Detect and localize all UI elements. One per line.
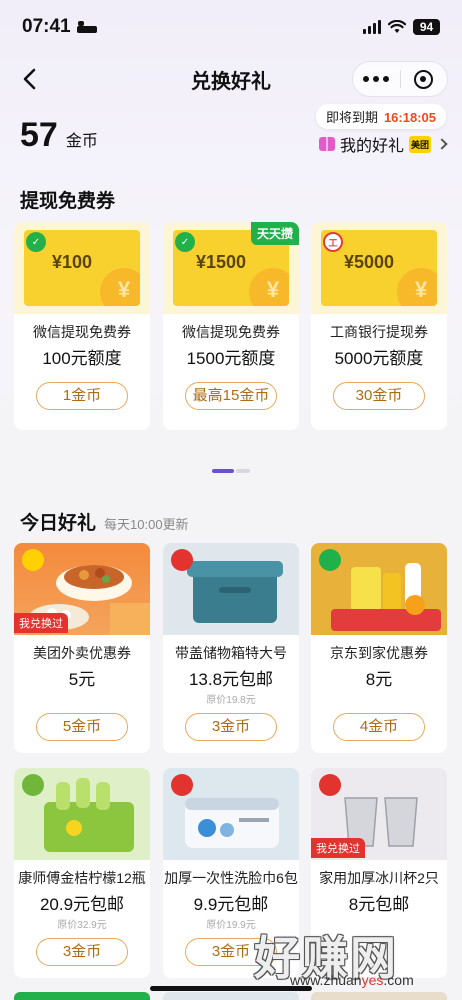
- pager-dot-active: [212, 469, 234, 473]
- voucher-name: 工商银行提现券: [330, 324, 428, 340]
- meituan-badge: 美团: [408, 135, 431, 153]
- status-time: 07:41: [22, 16, 71, 37]
- voucher-quota: 100元额度: [42, 349, 122, 368]
- gift-name: 带盖储物箱特大号: [175, 645, 287, 661]
- yen-coin-icon: ¥: [249, 268, 289, 306]
- original-price: 原价19.8元: [206, 695, 256, 706]
- chevron-right-icon: [436, 138, 448, 150]
- cellular-signal-icon: [363, 20, 381, 34]
- expiry-countdown: 16:18:05: [383, 110, 436, 125]
- today-section-title: 今日好礼 每天10:00更新: [20, 508, 189, 535]
- icbc-bank-icon: 工: [323, 232, 343, 252]
- voucher-amount: ¥5000: [343, 252, 395, 272]
- jd-daojia-logo-icon: [319, 549, 341, 571]
- yen-coin-icon: ¥: [100, 268, 140, 306]
- daily-save-tag: 天天攒: [250, 222, 299, 245]
- home-indicator[interactable]: [150, 986, 312, 991]
- store-logo-icon: [319, 774, 341, 796]
- gift-card[interactable]: 我兑换过 美团外卖优惠券 5元 5金币: [14, 543, 150, 753]
- my-gifts-link[interactable]: 我的好礼 美团: [318, 132, 448, 156]
- redeem-button[interactable]: 30金币: [333, 382, 425, 410]
- gift-card[interactable]: 带盖储物箱特大号 13.8元包邮 原价19.8元 3金币: [163, 543, 299, 753]
- gift-icon: [318, 137, 335, 151]
- expiry-label: 即将到期: [325, 110, 378, 125]
- today-update-note: 每天10:00更新: [104, 517, 189, 532]
- withdraw-section-title: 提现免费券: [20, 191, 116, 212]
- gift-name: 家用加厚冰川杯2只: [319, 870, 439, 886]
- battery-level: 94: [413, 19, 440, 35]
- voucher-quota: 5000元额度: [334, 349, 424, 368]
- gift-price: 9.9元包邮: [193, 895, 269, 914]
- close-mini-program-icon[interactable]: [400, 69, 447, 89]
- gift-name: 康师傅金桔柠檬12瓶: [18, 870, 146, 886]
- gift-name: 京东到家优惠券: [330, 645, 428, 661]
- next-card-peek: [163, 992, 299, 1000]
- voucher-card[interactable]: ¥5000 ¥ 工 工商银行提现券 5000元额度 30金币: [311, 222, 447, 430]
- brand-logo-icon: [22, 774, 44, 796]
- wifi-icon: [388, 20, 406, 33]
- gift-card[interactable]: 康师傅金桔柠檬12瓶 20.9元包邮 原价32.9元 3金币: [14, 768, 150, 978]
- carousel-pager: [212, 469, 250, 473]
- redeem-button[interactable]: 5金币: [36, 713, 128, 741]
- redeem-button[interactable]: 3金币: [36, 938, 128, 966]
- exchanged-tag: 我兑换过: [14, 613, 68, 633]
- page-title: 兑换好礼: [191, 70, 271, 93]
- voucher-name: 微信提现免费券: [33, 324, 131, 340]
- gift-name: 加厚一次性洗脸巾6包: [164, 870, 298, 886]
- voucher-name: 微信提现免费券: [182, 324, 280, 340]
- voucher-amount: ¥1500: [195, 252, 247, 272]
- coin-amount: 57: [20, 116, 58, 154]
- gift-price: 20.9元包邮: [39, 895, 125, 914]
- coin-balance: 57 金币: [20, 116, 98, 155]
- voucher-quota: 1500元额度: [186, 349, 276, 368]
- gift-card[interactable]: 京东到家优惠券 8元 4金币: [311, 543, 447, 753]
- redeem-button[interactable]: 最高15金币: [185, 382, 277, 410]
- my-gifts-label: 我的好礼: [339, 138, 404, 155]
- store-logo-icon: [171, 774, 193, 796]
- gift-price: 8元: [365, 670, 393, 689]
- voucher-amount: ¥100: [51, 252, 93, 272]
- redeem-button[interactable]: 3金币: [185, 713, 277, 741]
- expiry-tooltip: 即将到期 16:18:05: [315, 104, 446, 129]
- redeem-button[interactable]: 1金币: [36, 382, 128, 410]
- original-price: 原价32.9元: [57, 920, 107, 931]
- gift-name: 美团外卖优惠券: [33, 645, 131, 661]
- voucher-card[interactable]: ¥100 ¥ ✓ 微信提现免费券 100元额度 1金币: [14, 222, 150, 430]
- exchanged-tag: 我兑换过: [311, 838, 365, 858]
- coin-unit: 金币: [65, 133, 98, 150]
- gift-price: 5元: [68, 670, 96, 689]
- sleep-mode-icon: [76, 21, 97, 33]
- next-card-peek: [311, 992, 447, 1000]
- wechat-pay-icon: ✓: [175, 232, 195, 252]
- redeem-button[interactable]: 4金币: [333, 713, 425, 741]
- site-watermark: 好赚网 www.zhuanyes.com: [254, 922, 454, 992]
- gift-price: 8元包邮: [348, 895, 410, 914]
- meituan-logo-icon: [22, 549, 44, 571]
- wechat-pay-icon: ✓: [26, 232, 46, 252]
- nav-bar: 兑换好礼: [0, 56, 462, 102]
- pager-dot: [236, 469, 250, 473]
- yen-coin-icon: ¥: [397, 268, 437, 306]
- more-options-icon[interactable]: [353, 76, 400, 82]
- next-card-peek: [14, 992, 150, 1000]
- mini-program-capsule: [352, 61, 448, 97]
- today-title: 今日好礼: [20, 513, 97, 534]
- status-bar: 07:41 94: [0, 0, 462, 54]
- gift-price: 13.8元包邮: [188, 670, 274, 689]
- store-logo-icon: [171, 549, 193, 571]
- voucher-card[interactable]: ¥1500 ¥ ✓ 天天攒 微信提现免费券 1500元额度 最高15金币: [163, 222, 299, 430]
- back-arrow-icon[interactable]: [16, 64, 46, 94]
